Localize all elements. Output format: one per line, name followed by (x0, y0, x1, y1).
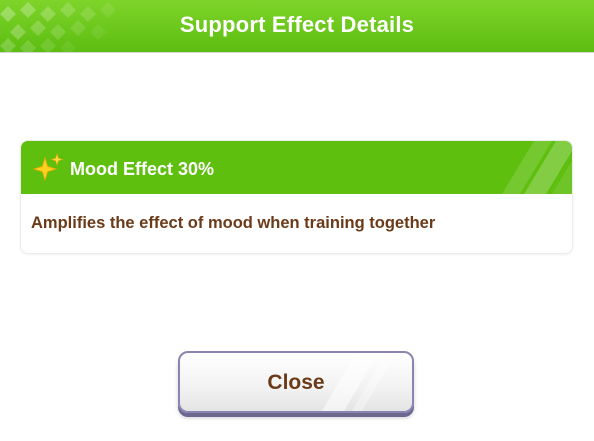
card-header-stripes (502, 141, 572, 194)
sparkle-icon (32, 152, 65, 189)
effect-title: Mood Effect 30% (70, 159, 215, 179)
dialog-title: Support Effect Details (179, 12, 415, 37)
effect-card-header: Mood Effect 30% (21, 141, 572, 194)
dialog-header: Support Effect Details (0, 0, 594, 53)
support-effect-dialog: Support Effect Details Mood Effect 30% A… (0, 0, 594, 441)
effect-card: Mood Effect 30% Amplifies the effect of … (21, 141, 572, 253)
close-button[interactable]: Close (178, 351, 414, 413)
close-button-label: Close (267, 371, 325, 394)
effect-description: Amplifies the effect of mood when traini… (31, 214, 436, 232)
